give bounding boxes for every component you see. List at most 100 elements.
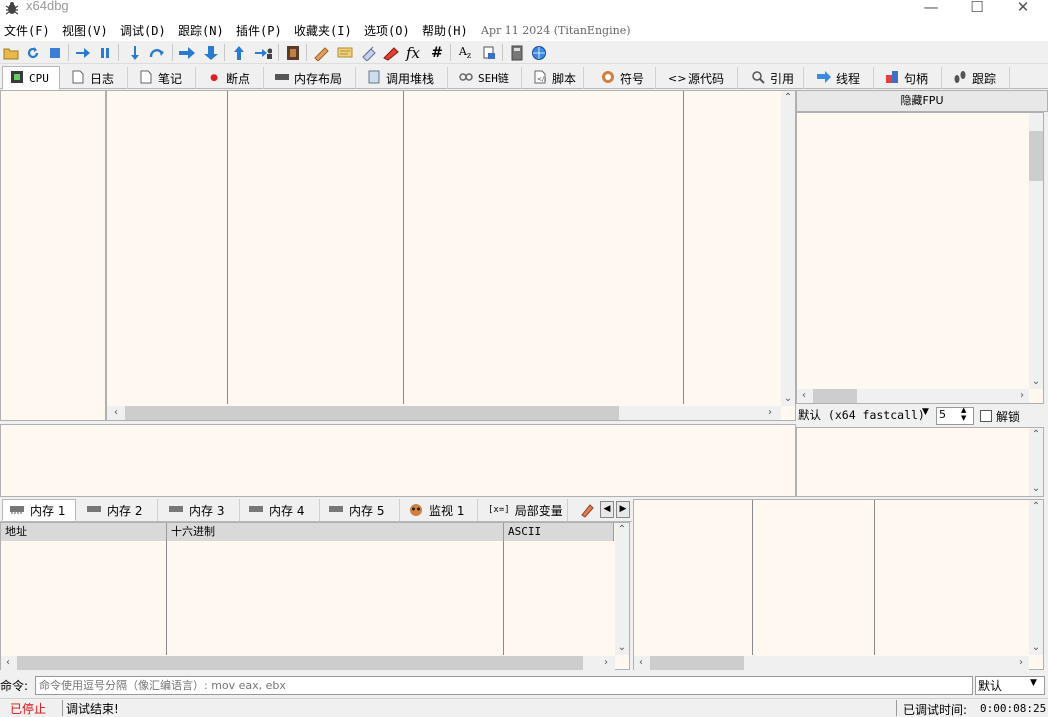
trace-record-icon[interactable]: [284, 44, 302, 61]
disassembly-hscroll[interactable]: ‹ ›: [107, 406, 781, 420]
step-down-icon[interactable]: [202, 44, 220, 61]
globe-icon[interactable]: [530, 44, 548, 61]
command-mode-select[interactable]: 默认 ▼: [975, 676, 1045, 695]
disassembly-vscroll[interactable]: ⌃ ⌄: [781, 91, 795, 406]
unlock-checkbox[interactable]: [980, 410, 992, 422]
tab-threads[interactable]: 线程: [810, 67, 874, 89]
menu-debug[interactable]: 调试(D): [120, 22, 166, 39]
tab-dump-2[interactable]: 内存 2: [80, 499, 158, 521]
variables-icon[interactable]: #: [428, 44, 446, 61]
arg-count-spinbox[interactable]: 5 ▲ ▼: [936, 406, 974, 425]
dump-vscroll[interactable]: ⌃ ⌄: [615, 523, 629, 655]
tab-script[interactable]: </> 脚本: [526, 67, 584, 89]
scroll-left-arrow[interactable]: ‹: [797, 389, 811, 403]
menu-help[interactable]: 帮助(H): [422, 22, 468, 39]
arguments-pane[interactable]: ⌃ ⌄: [796, 427, 1044, 497]
strings-icon[interactable]: Az: [456, 44, 474, 61]
stack-pane[interactable]: ⌃ ⌄ ‹ ›: [633, 499, 1044, 670]
tab-dump-4[interactable]: 内存 4: [242, 499, 320, 521]
hide-fpu-button[interactable]: 隐藏FPU: [796, 90, 1048, 112]
restart-icon[interactable]: [24, 44, 42, 61]
tabs-scroll-right-button[interactable]: ▶: [616, 501, 630, 518]
tab-dump-1[interactable]: 内存 1: [2, 499, 76, 521]
dump-pane[interactable]: 地址 十六进制 ASCII ⌃ ⌄ ‹ ›: [0, 522, 630, 670]
column-header-ascii[interactable]: ASCII: [504, 523, 614, 541]
bookmarks-icon[interactable]: [382, 44, 400, 61]
scroll-up-arrow[interactable]: ⌃: [781, 91, 795, 105]
column-header-address[interactable]: 地址: [1, 523, 167, 541]
scroll-thumb[interactable]: [1029, 131, 1043, 181]
tab-watch-1[interactable]: 监视 1: [402, 499, 478, 521]
scroll-right-arrow[interactable]: ›: [763, 406, 777, 420]
scroll-up-arrow[interactable]: ⌃: [615, 523, 629, 537]
disassembly-pane[interactable]: ⌃ ⌄ ‹ ›: [106, 90, 796, 421]
tab-source[interactable]: <> 源代码: [662, 67, 738, 89]
run-icon[interactable]: [74, 44, 92, 61]
scroll-right-arrow[interactable]: ›: [1014, 656, 1028, 670]
menu-file[interactable]: 文件(F): [4, 22, 50, 39]
modules-icon[interactable]: [480, 44, 498, 61]
minimize-button[interactable]: —: [908, 0, 954, 16]
scroll-down-arrow[interactable]: ⌄: [615, 641, 629, 655]
tab-dump-5[interactable]: 内存 5: [322, 499, 400, 521]
patch-icon[interactable]: [312, 44, 330, 61]
scroll-down-arrow[interactable]: ⌄: [1029, 641, 1043, 655]
scroll-left-arrow[interactable]: ‹: [109, 406, 123, 420]
menu-plugins[interactable]: 插件(P): [236, 22, 282, 39]
arguments-vscroll[interactable]: ⌃ ⌄: [1029, 428, 1043, 496]
scroll-down-arrow[interactable]: ⌄: [781, 392, 795, 406]
tabs-scroll-left-button[interactable]: ◀: [600, 501, 614, 518]
calculator-icon[interactable]: [508, 44, 526, 61]
menu-options[interactable]: 选项(O): [364, 22, 410, 39]
labels-icon[interactable]: [360, 44, 378, 61]
tab-notes[interactable]: 笔记: [132, 67, 196, 89]
tab-log[interactable]: 日志: [64, 67, 128, 89]
scroll-down-arrow[interactable]: ⌄: [1029, 482, 1043, 496]
tab-dump-3[interactable]: 内存 3: [162, 499, 240, 521]
scroll-thumb[interactable]: [17, 656, 583, 670]
tab-breakpoints[interactable]: ● 断点: [200, 67, 264, 89]
close-button[interactable]: ✕: [1000, 0, 1046, 16]
menu-favourites[interactable]: 收藏夹(I): [294, 22, 352, 39]
stack-vscroll[interactable]: ⌃ ⌄: [1029, 500, 1043, 655]
run-to-selection-icon[interactable]: [178, 44, 196, 61]
struct-icon[interactable]: [578, 501, 598, 521]
scroll-right-arrow[interactable]: ›: [1015, 389, 1029, 403]
maximize-button[interactable]: ☐: [954, 0, 1000, 16]
dump-hscroll[interactable]: ‹ ›: [1, 656, 615, 670]
scroll-left-arrow[interactable]: ‹: [634, 656, 648, 670]
spin-arrows-icon[interactable]: ▲ ▼: [961, 406, 966, 422]
tab-references[interactable]: 引用: [744, 67, 804, 89]
tab-cpu[interactable]: CPU: [2, 66, 60, 90]
run-to-user-code-icon[interactable]: [254, 44, 272, 61]
registers-pane[interactable]: ⌄ ‹ ›: [796, 112, 1044, 404]
tab-handles[interactable]: 句柄: [878, 67, 942, 89]
scroll-right-arrow[interactable]: ›: [599, 656, 613, 670]
close-debug-icon[interactable]: [46, 44, 64, 61]
tab-call-stack[interactable]: 调用堆栈: [360, 67, 448, 89]
scroll-thumb[interactable]: [650, 656, 744, 670]
open-icon[interactable]: [2, 44, 20, 61]
scroll-down-arrow[interactable]: ⌄: [1029, 375, 1043, 389]
pause-icon[interactable]: [96, 44, 114, 61]
scroll-up-arrow[interactable]: ⌃: [1029, 428, 1043, 442]
registers-hscroll[interactable]: ‹ ›: [797, 389, 1029, 403]
stack-hscroll[interactable]: ‹ ›: [634, 656, 1029, 670]
step-over-icon[interactable]: [148, 44, 166, 61]
scroll-up-arrow[interactable]: ⌃: [1029, 500, 1043, 514]
menu-trace[interactable]: 跟踪(N): [178, 22, 224, 39]
command-input[interactable]: [35, 676, 973, 695]
tab-seh[interactable]: SEH链: [452, 67, 522, 89]
calling-convention-select[interactable]: 默认 (x64 fastcall) ▼: [798, 407, 932, 425]
tab-memory-map[interactable]: 内存布局: [268, 67, 356, 89]
tab-trace[interactable]: 跟踪: [946, 67, 1010, 89]
execute-till-return-icon[interactable]: [230, 44, 248, 61]
menu-view[interactable]: 视图(V): [62, 22, 108, 39]
scroll-thumb[interactable]: [125, 406, 619, 420]
scroll-left-arrow[interactable]: ‹: [1, 656, 15, 670]
tab-symbols[interactable]: 符号: [594, 67, 656, 89]
column-header-hex[interactable]: 十六进制: [167, 523, 504, 541]
comments-icon[interactable]: [336, 44, 354, 61]
scroll-thumb[interactable]: [813, 389, 857, 403]
tab-locals[interactable]: [x=] 局部变量: [482, 499, 568, 521]
